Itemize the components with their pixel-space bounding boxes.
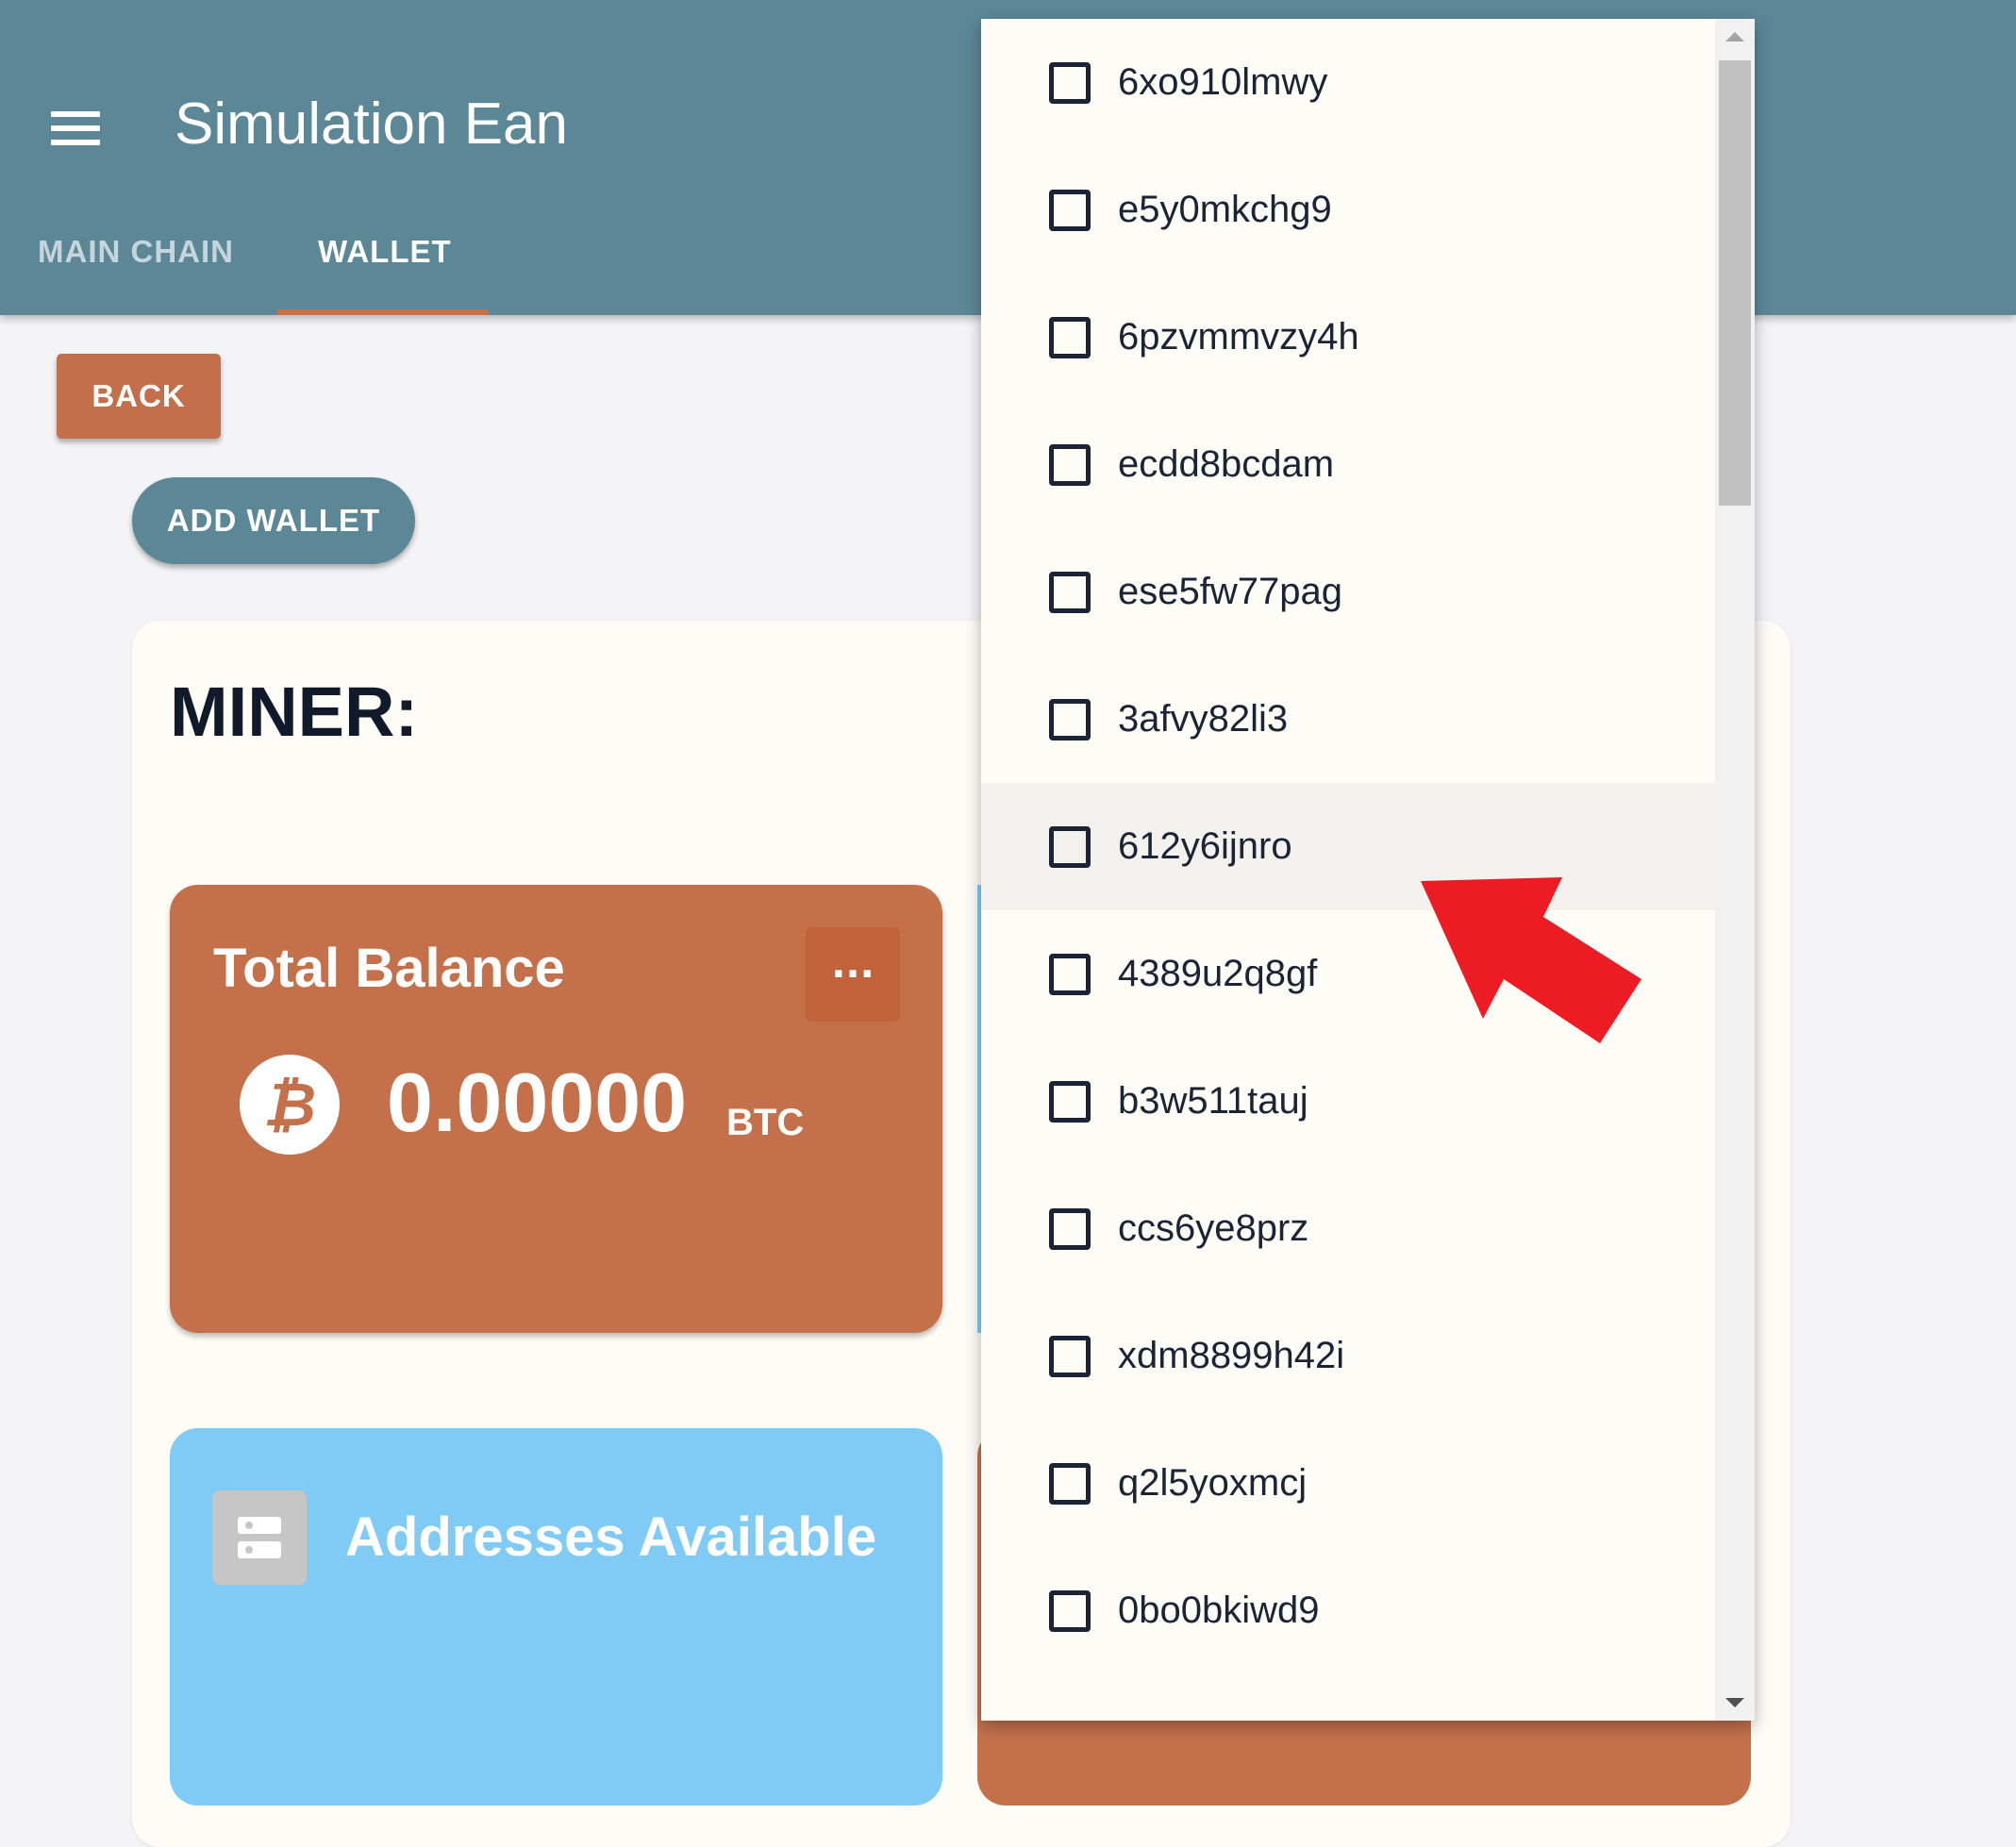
tab-wallet[interactable]: WALLET	[318, 234, 452, 270]
dropdown-item[interactable]: 6xo910lmwy	[981, 19, 1715, 146]
annotation-arrow-icon	[1421, 877, 1641, 1043]
dropdown-item-label: 3afvy82li3	[1118, 698, 1289, 740]
checkbox[interactable]	[1049, 1080, 1091, 1123]
dropdown-item[interactable]: 6pzvmmvzy4h	[981, 274, 1715, 401]
active-tab-indicator	[277, 309, 489, 315]
balance-amount: 0.00000	[387, 1056, 688, 1149]
tab-main-chain[interactable]: MAIN CHAIN	[38, 234, 234, 270]
balance-title: Total Balance	[213, 938, 565, 999]
checkbox[interactable]	[1049, 316, 1091, 358]
dropdown-item[interactable]: b3w511tauj	[981, 1038, 1715, 1165]
checkbox[interactable]	[1049, 189, 1091, 231]
checkbox[interactable]	[1049, 61, 1091, 104]
more-options-button[interactable]: ···	[806, 927, 900, 1022]
dropdown-item-label: ecdd8bcdam	[1118, 443, 1335, 485]
balance-unit: BTC	[726, 1102, 805, 1143]
dropdown-item[interactable]: ccs6ye8prz	[981, 1165, 1715, 1292]
server-icon	[212, 1490, 307, 1585]
dropdown-item-label: 6pzvmmvzy4h	[1118, 316, 1359, 358]
dropdown-item-label: q2l5yoxmcj	[1118, 1462, 1308, 1504]
dropdown-item[interactable]: q2l5yoxmcj	[981, 1420, 1715, 1547]
dropdown-item-label: ccs6ye8prz	[1118, 1207, 1309, 1249]
checkbox[interactable]	[1049, 571, 1091, 613]
app-title: Simulation Ean	[175, 92, 569, 157]
dropdown-scrollbar[interactable]	[1715, 19, 1755, 1721]
checkbox[interactable]	[1049, 698, 1091, 740]
checkbox[interactable]	[1049, 1462, 1091, 1505]
checkbox[interactable]	[1049, 443, 1091, 486]
checkbox[interactable]	[1049, 953, 1091, 995]
dropdown-item-label: 6xo910lmwy	[1118, 61, 1328, 103]
dropdown-item[interactable]: xdm8899h42i	[981, 1292, 1715, 1420]
checkbox[interactable]	[1049, 1335, 1091, 1377]
back-button[interactable]: BACK	[57, 354, 221, 439]
dropdown-item-label: b3w511tauj	[1118, 1080, 1308, 1122]
dropdown-item-label: xdm8899h42i	[1118, 1335, 1345, 1376]
scroll-thumb[interactable]	[1719, 60, 1751, 506]
dropdown-item-label: 612y6ijnro	[1118, 825, 1292, 867]
addresses-title: Addresses Available	[345, 1506, 877, 1568]
checkbox[interactable]	[1049, 825, 1091, 868]
checkbox[interactable]	[1049, 1589, 1091, 1632]
dropdown-item-label: ese5fw77pag	[1118, 571, 1342, 612]
dropdown-item[interactable]: e5y0mkchg9	[981, 146, 1715, 274]
dropdown-list: 6xo910lmwy e5y0mkchg9 6pzvmmvzy4h ecdd8b…	[981, 19, 1715, 1674]
dropdown-item[interactable]: 3afvy82li3	[981, 656, 1715, 783]
dropdown-item[interactable]: ese5fw77pag	[981, 528, 1715, 656]
miner-title: MINER:	[170, 673, 419, 751]
menu-icon[interactable]	[51, 111, 100, 145]
scroll-up-icon[interactable]	[1725, 32, 1744, 42]
scroll-down-icon[interactable]	[1725, 1698, 1744, 1707]
dropdown-item[interactable]: ecdd8bcdam	[981, 401, 1715, 528]
addresses-available-card: Addresses Available	[170, 1428, 942, 1805]
dropdown-item-label: 4389u2q8gf	[1118, 953, 1318, 994]
add-wallet-button[interactable]: ADD WALLET	[132, 477, 415, 564]
checkbox[interactable]	[1049, 1207, 1091, 1250]
bitcoin-icon: ₿	[240, 1055, 340, 1155]
dropdown-item[interactable]: 0bo0bkiwd9	[981, 1547, 1715, 1674]
total-balance-card: Total Balance ··· ₿ 0.00000 BTC	[170, 885, 942, 1333]
dropdown-item-label: e5y0mkchg9	[1118, 189, 1332, 230]
dropdown-item-label: 0bo0bkiwd9	[1118, 1589, 1320, 1631]
